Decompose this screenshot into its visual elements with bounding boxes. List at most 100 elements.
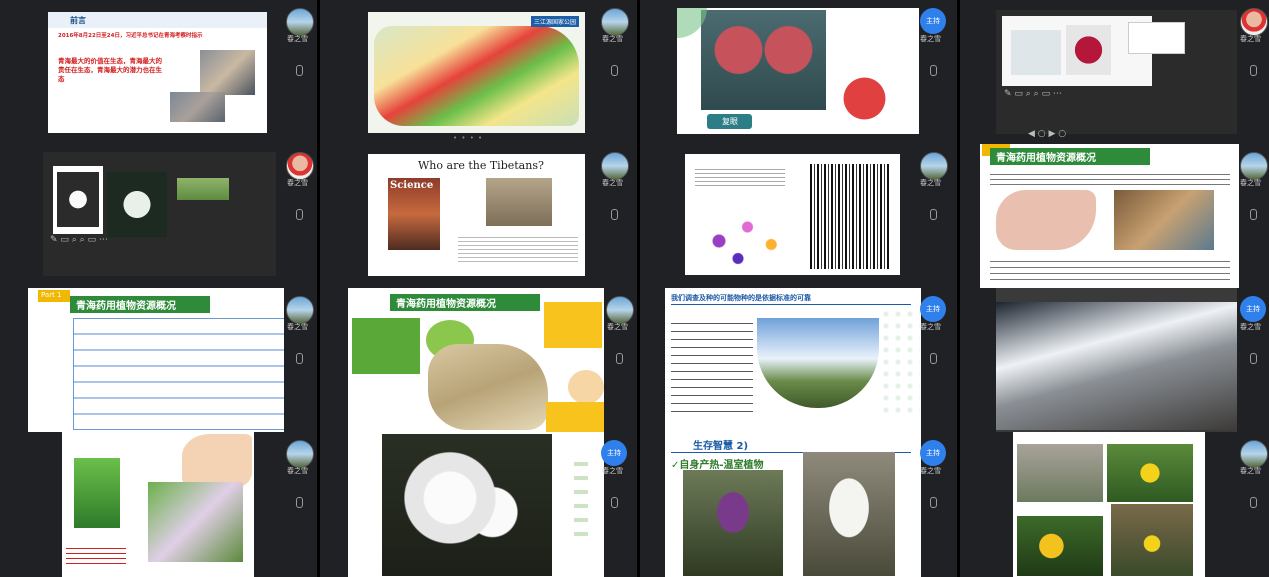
mic-icon[interactable]: [926, 207, 940, 221]
user-avatar: [286, 296, 314, 324]
field-photo: [177, 178, 229, 200]
bullet-list: [671, 316, 753, 416]
video-tile-13[interactable]: 春之雪: [0, 432, 317, 577]
user-name: 春之雪: [1240, 323, 1261, 331]
annotation-toolbar[interactable]: ✎ ▭ ⌕ ⌕ ▭ ⋯: [50, 234, 108, 246]
slide-title: 青海药用植物资源概况: [390, 294, 540, 311]
mic-icon[interactable]: [607, 63, 621, 77]
fly-eye-photo: [701, 10, 826, 110]
plant-photo: [74, 458, 120, 528]
user-name: 春之雪: [920, 179, 941, 187]
video-tile-6[interactable]: Who are the Tibetans? Science 春之雪: [320, 144, 637, 288]
user-name: 春之雪: [287, 323, 308, 331]
purple-plant-photo: [683, 470, 783, 576]
flower-diagram: [182, 434, 252, 489]
video-tile-8[interactable]: 青海药用植物资源概况 春之雪: [960, 144, 1269, 288]
video-tile-11[interactable]: 我们调查及种的可能物种的是依据标准的可靠 主持 春之雪: [640, 288, 957, 432]
video-tile-4[interactable]: ✎ ▭ ⌕ ⌕ ▭ ⋯ ◀ ○ ▶ ○ 春之雪: [960, 0, 1269, 144]
mic-icon[interactable]: [1246, 351, 1260, 365]
shared-slide: [43, 152, 276, 276]
mic-icon[interactable]: [292, 351, 306, 365]
slide-subtitle: 2016年8月22日至24日，习近平总书记在青海考察时指示: [58, 33, 203, 39]
floral-border: [880, 308, 920, 418]
video-tile-10[interactable]: 青海药用植物资源概况 春之雪: [320, 288, 637, 432]
green-textbox: [352, 318, 420, 374]
mic-icon[interactable]: [1246, 63, 1260, 77]
video-tile-5[interactable]: ✎ ▭ ⌕ ⌕ ▭ ⋯ 春之雪: [0, 144, 317, 288]
part-badge: Part 1: [41, 291, 62, 299]
slide-body: 青海最大的价值在生态，青海最大的责任在生态，青海最大的潜力也在生态: [58, 57, 162, 83]
mic-icon[interactable]: [926, 495, 940, 509]
shared-slide: Part 1 青海药用植物资源概况: [28, 288, 284, 432]
photo-3: [1017, 516, 1103, 576]
province-map: [996, 190, 1096, 250]
mic-icon[interactable]: [926, 351, 940, 365]
user-name: 春之雪: [920, 35, 941, 43]
slide-title: 前言: [70, 16, 86, 25]
video-tile-9[interactable]: Part 1 青海药用植物资源概况 春之雪: [0, 288, 317, 432]
video-tile-1[interactable]: 前言 2016年8月22日至24日，习近平总书记在青海考察时指示 青海最大的价值…: [0, 0, 317, 144]
video-tile-3[interactable]: 复眼 主持 春之雪: [640, 0, 957, 144]
shared-slide: [996, 288, 1237, 432]
footer-text: [990, 256, 1230, 280]
shared-slide: [62, 432, 254, 577]
user-name: 春之雪: [602, 179, 623, 187]
user-name: 春之雪: [602, 467, 623, 475]
caption-text: 复眼: [722, 117, 738, 126]
user-avatar: [286, 152, 314, 180]
photo-1: [1017, 444, 1103, 502]
shared-slide: [348, 432, 604, 577]
popup-window: [1128, 22, 1185, 54]
skeleton-photo: [486, 178, 552, 226]
user-avatar: [601, 8, 629, 36]
slide-title: 生存智慧 2): [693, 441, 749, 452]
video-tile-14[interactable]: 主持 春之雪: [320, 432, 637, 577]
user-name: 春之雪: [287, 35, 308, 43]
slide-title: 三江源国家公园: [530, 16, 579, 27]
mic-icon[interactable]: [607, 495, 621, 509]
video-tile-16[interactable]: 春之雪: [960, 432, 1269, 577]
video-tile-12[interactable]: 主持 春之雪: [960, 288, 1269, 432]
user-avatar: [286, 440, 314, 468]
journal-name: Science: [390, 180, 434, 191]
sketch-image: [1011, 30, 1061, 75]
shared-slide: 复眼: [677, 8, 919, 134]
user-name: 春之雪: [1240, 35, 1261, 43]
user-name: 春之雪: [607, 323, 628, 331]
shared-slide: [685, 154, 900, 275]
mic-icon[interactable]: [292, 207, 306, 221]
flower-closeup: [148, 482, 243, 562]
mic-icon[interactable]: [612, 351, 626, 365]
mic-icon[interactable]: [292, 63, 306, 77]
user-name: 春之雪: [602, 35, 623, 43]
mountain-photo: [996, 302, 1237, 430]
slide-title: 青海药用植物资源概况: [70, 296, 210, 313]
yellow-textbox: [544, 302, 602, 348]
compound-eye-photo: [832, 66, 897, 131]
user-name: 春之雪: [920, 323, 941, 331]
figure-text: [695, 166, 785, 186]
user-avatar: 主持: [920, 440, 946, 466]
mic-icon[interactable]: [926, 63, 940, 77]
title-underline: [671, 304, 911, 305]
video-tile-15[interactable]: 生存智慧 2) ✓自身产热-温室植物 主持 春之雪: [640, 432, 957, 577]
mic-icon[interactable]: [1246, 495, 1260, 509]
video-tile-7[interactable]: 春之雪: [640, 144, 957, 288]
user-avatar: [1240, 440, 1268, 468]
yellow-textbox-2: [546, 402, 604, 432]
mic-icon[interactable]: [607, 207, 621, 221]
caption-red: [66, 544, 126, 564]
slide-nav[interactable]: ◀ ○ ▶ ○: [1028, 128, 1066, 140]
flowchart: [73, 318, 284, 430]
user-name: 春之雪: [920, 467, 941, 475]
slide-pager: • • • •: [453, 134, 484, 142]
annotation-toolbar[interactable]: ✎ ▭ ⌕ ⌕ ▭ ⋯: [1004, 88, 1062, 100]
slide-title: Who are the Tibetans?: [418, 159, 544, 172]
user-avatar: 主持: [920, 8, 946, 34]
map-region: [374, 26, 579, 126]
video-tile-2[interactable]: 三江源国家公园 春之雪 • • • •: [320, 0, 637, 144]
user-name: 春之雪: [1240, 179, 1261, 187]
mic-icon[interactable]: [1246, 207, 1260, 221]
shared-slide: 生存智慧 2) ✓自身产热-温室植物: [665, 432, 921, 577]
mic-icon[interactable]: [292, 495, 306, 509]
